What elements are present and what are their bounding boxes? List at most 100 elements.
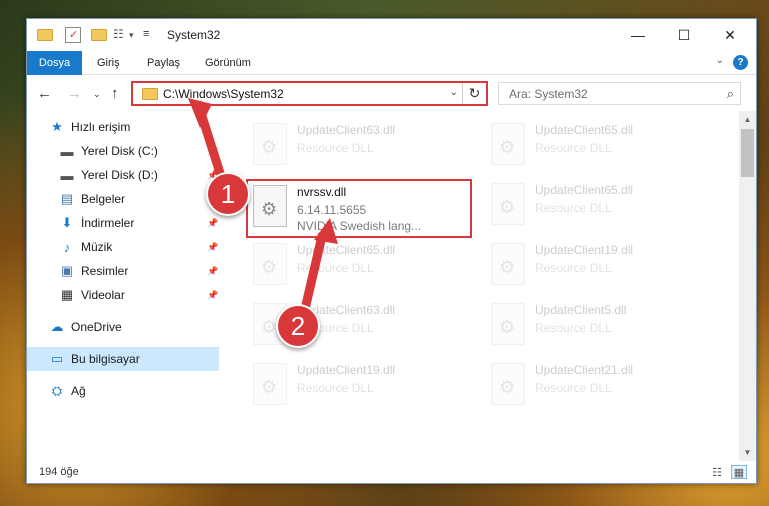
pin-icon[interactable]: 📌 <box>207 242 218 253</box>
music-icon: ♪ <box>63 239 71 255</box>
file-view: ⚙ UpdateClient63.dll Resource DLL ⚙ Upda… <box>227 111 735 461</box>
search-input[interactable]: Ara: System32 ⌕ <box>498 82 741 105</box>
dll-file-icon: ⚙ <box>491 183 525 225</box>
sidebar-item-onedrive[interactable]: ☁ OneDrive <box>27 315 219 339</box>
sidebar-item-documents[interactable]: ▤ Belgeler 📌 <box>27 187 219 211</box>
dll-file-icon: ⚙ <box>491 303 525 345</box>
dll-file-icon: ⚙ <box>253 123 287 165</box>
file-name: UpdateClient65.dll <box>535 183 634 197</box>
help-button[interactable]: ? <box>733 55 748 70</box>
tab-home[interactable]: Giriş <box>97 51 120 75</box>
sidebar-item-network[interactable]: ⛭ Ağ <box>27 379 219 403</box>
sidebar-item-label: Yerel Disk (D:) <box>81 168 158 182</box>
tab-file[interactable]: Dosya <box>27 51 82 75</box>
up-arrow-icon[interactable]: ↑ <box>111 85 119 102</box>
back-arrow-icon[interactable]: ← <box>37 85 52 102</box>
dll-file-icon: ⚙ <box>491 363 525 405</box>
drive-icon: ▬ <box>60 143 74 159</box>
videos-icon: ▦ <box>60 287 74 302</box>
file-name: UpdateClient19.dll <box>535 243 634 257</box>
sidebar-item-label: Resimler <box>81 264 129 278</box>
dll-file-icon: ⚙ <box>253 243 287 285</box>
tab-view[interactable]: Görünüm <box>205 51 251 75</box>
file-type: Resource DLL <box>535 261 612 275</box>
explorer-window: ✓ ☷ ▾ ≡ System32 — ☐ ✕ Dosya Giriş Payla… <box>26 18 757 484</box>
file-tile[interactable]: ⚙ UpdateClient65.dll Resource DLL <box>485 117 705 175</box>
file-tile[interactable]: ⚙ UpdateClient5.dll Resource DLL <box>485 297 705 355</box>
recent-locations-icon[interactable]: ⌄ <box>93 89 101 100</box>
file-type: Resource DLL <box>297 141 374 155</box>
sidebar-item-label: Videolar <box>81 288 125 302</box>
tab-share[interactable]: Paylaş <box>147 51 180 75</box>
new-folder-icon[interactable] <box>91 29 107 41</box>
ribbon-tabs: Dosya Giriş Paylaş Görünüm ⌄ ? <box>27 51 756 75</box>
cloud-icon: ☁ <box>50 319 64 334</box>
chevron-down-icon[interactable]: ⌄ <box>450 87 458 98</box>
properties-icon[interactable]: ✓ <box>65 27 81 43</box>
dll-file-icon: ⚙ <box>491 243 525 285</box>
view-options-icon[interactable]: ☷ <box>113 27 129 43</box>
scroll-thumb[interactable] <box>741 129 754 177</box>
pin-icon[interactable]: 📌 <box>207 266 218 277</box>
sidebar-item-local-disk-d[interactable]: ▬ Yerel Disk (D:) 📌 <box>27 163 219 187</box>
scroll-up-icon[interactable]: ▲ <box>739 111 756 128</box>
file-tile[interactable]: ⚙ UpdateClient19.dll Resource DLL <box>247 357 467 415</box>
star-icon: ★ <box>51 119 63 134</box>
address-path[interactable]: C:\Windows\System32 <box>163 87 284 101</box>
file-tile[interactable]: ⚙ UpdateClient65.dll Resource DLL <box>247 237 467 295</box>
file-tile[interactable]: ⚙ UpdateClient63.dll Resource DLL <box>247 117 467 175</box>
maximize-button[interactable]: ☐ <box>661 19 707 51</box>
title-bar: ✓ ☷ ▾ ≡ System32 — ☐ ✕ <box>27 19 756 51</box>
sidebar-item-downloads[interactable]: ⬇ İndirmeler 📌 <box>27 211 219 235</box>
close-button[interactable]: ✕ <box>707 19 753 51</box>
sidebar-item-pictures[interactable]: ▣ Resimler 📌 <box>27 259 219 283</box>
callout-badge-1: 1 <box>206 172 250 216</box>
file-name: UpdateClient65.dll <box>535 123 634 137</box>
search-placeholder: Ara: System32 <box>509 87 588 101</box>
tiles-view-icon[interactable]: ▦ <box>731 465 747 479</box>
file-name: UpdateClient19.dll <box>297 363 396 377</box>
file-type: Resource DLL <box>535 381 612 395</box>
file-tile[interactable]: ⚙ UpdateClient19.dll Resource DLL <box>485 237 705 295</box>
vertical-scrollbar[interactable]: ▲ ▼ <box>739 111 756 461</box>
sidebar-item-this-pc[interactable]: ▭ Bu bilgisayar <box>27 347 219 371</box>
refresh-icon[interactable]: ↻ <box>462 83 486 104</box>
sidebar-item-label: İndirmeler <box>81 216 135 230</box>
scroll-down-icon[interactable]: ▼ <box>739 444 756 461</box>
file-tile[interactable]: ⚙ UpdateClient21.dll Resource DLL <box>485 357 705 415</box>
pin-icon[interactable]: 📌 <box>207 290 218 301</box>
dll-file-icon: ⚙ <box>491 123 525 165</box>
file-type: Resource DLL <box>535 141 612 155</box>
file-name: UpdateClient63.dll <box>297 123 396 137</box>
pin-icon[interactable]: 📌 <box>207 218 218 229</box>
sidebar-item-quick-access[interactable]: ★ Hızlı erişim <box>27 115 219 139</box>
file-name: UpdateClient65.dll <box>297 243 396 257</box>
minimize-button[interactable]: — <box>615 19 661 51</box>
documents-icon: ▤ <box>60 191 74 206</box>
forward-arrow-icon[interactable]: → <box>67 85 82 102</box>
file-type: Resource DLL <box>535 201 612 215</box>
network-icon: ⛭ <box>51 383 63 398</box>
address-bar[interactable]: C:\Windows\System32 ⌄ ↻ <box>131 81 488 106</box>
navigation-pane: ★ Hızlı erişim ▬ Yerel Disk (C:) 📌 ▬ Yer… <box>27 115 219 461</box>
status-bar: 194 öğe ☷ ▦ <box>27 461 756 485</box>
sidebar-item-music[interactable]: ♪ Müzik 📌 <box>27 235 219 259</box>
search-icon[interactable]: ⌕ <box>727 86 734 102</box>
navigation-bar: ← → ⌄ ↑ C:\Windows\System32 ⌄ ↻ Ara: Sys… <box>27 77 756 111</box>
sidebar-item-local-disk-c[interactable]: ▬ Yerel Disk (C:) 📌 <box>27 139 219 163</box>
customize-toolbar-icon[interactable]: ≡ <box>143 28 159 44</box>
drive-icon: ▬ <box>60 167 74 183</box>
computer-icon: ▭ <box>50 351 64 366</box>
callout-badge-2: 2 <box>276 304 320 348</box>
folder-icon <box>142 88 158 100</box>
chevron-down-icon[interactable]: ⌄ <box>716 55 724 66</box>
pin-icon[interactable]: 📌 <box>207 146 218 157</box>
sidebar-item-label: Ağ <box>71 384 86 398</box>
sidebar-item-label: OneDrive <box>71 320 122 334</box>
sidebar-item-label: Yerel Disk (C:) <box>81 144 158 158</box>
details-view-icon[interactable]: ☷ <box>709 465 725 479</box>
sidebar-item-videos[interactable]: ▦ Videolar 📌 <box>27 283 219 307</box>
file-highlight-box <box>246 179 472 238</box>
sidebar-item-label: Hızlı erişim <box>71 120 131 134</box>
file-tile[interactable]: ⚙ UpdateClient65.dll Resource DLL <box>485 177 705 235</box>
